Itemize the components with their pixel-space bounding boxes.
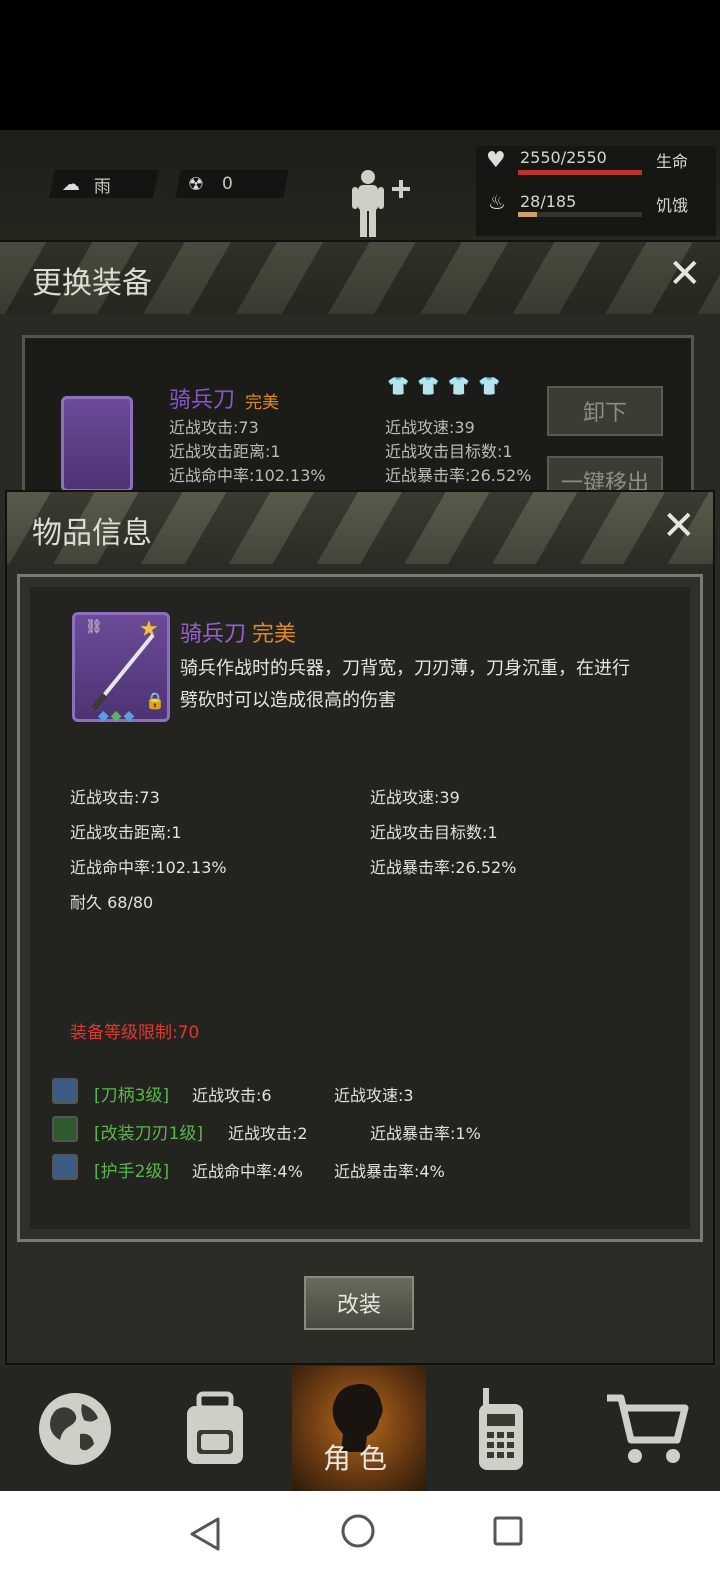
mod-stat: 近战攻击:2	[228, 1124, 308, 1143]
weather-indicator: ☁ 雨	[49, 170, 159, 198]
item-info-close-icon[interactable]: ✕	[662, 506, 696, 546]
mod-name: [改装刀刃1级]	[94, 1124, 204, 1144]
nav-world-map[interactable]	[20, 1366, 130, 1491]
equipped-stat: 近战攻击距离:1	[169, 442, 281, 461]
hunger-value: 28/185	[520, 192, 577, 211]
socket-gems-icon: ◆◆◆	[98, 708, 137, 724]
health-value: 2550/2550	[520, 148, 607, 167]
home-icon[interactable]	[340, 1513, 376, 1549]
guard-mod-icon	[52, 1154, 78, 1180]
lock-icon: 🔒	[145, 691, 165, 710]
nav-backpack[interactable]	[160, 1366, 270, 1491]
equipped-item-quality: 完美	[245, 393, 279, 413]
radiation-icon: ☢	[188, 173, 205, 195]
heart-icon: ♥	[486, 148, 506, 173]
weather-text: 雨	[94, 176, 111, 197]
handle-mod-icon	[52, 1078, 78, 1104]
equip-close-icon[interactable]: ✕	[668, 254, 702, 294]
recents-icon[interactable]	[492, 1515, 524, 1547]
unequip-button[interactable]: 卸下	[547, 386, 663, 436]
rain-cloud-icon: ☁	[62, 173, 80, 195]
blade-mod-icon	[52, 1116, 78, 1142]
item-name: 骑兵刀	[180, 622, 247, 647]
shirt-slot-icons: 👕👕👕👕	[387, 376, 509, 397]
mod-name: [刀柄3级]	[94, 1086, 170, 1106]
equipped-stat: 近战攻击目标数:1	[385, 442, 513, 461]
level-requirement: 装备等级限制:70	[70, 1023, 200, 1043]
health-label: 生命	[656, 152, 689, 171]
stat-melee-range: 近战攻击距离:1	[70, 823, 182, 842]
stat-durability: 耐久 68/80	[70, 893, 154, 912]
back-icon[interactable]	[188, 1515, 222, 1553]
mod-stat: 近战攻速:3	[334, 1086, 414, 1105]
globe-icon	[39, 1392, 111, 1465]
mod-name: [护手2级]	[94, 1162, 170, 1182]
equipped-stat: 近战攻速:39	[385, 418, 475, 437]
radiation-indicator: ☢ 0	[175, 170, 289, 198]
stat-melee-speed: 近战攻速:39	[370, 788, 460, 807]
shopping-cart-icon	[607, 1394, 689, 1463]
hunger-bar	[518, 212, 642, 217]
radiation-value: 0	[222, 174, 233, 194]
equipped-stat: 近战命中率:102.13%	[169, 466, 326, 485]
nav-character-label: 角色	[322, 1442, 395, 1475]
equipped-stat: 近战攻击:73	[169, 418, 259, 437]
stat-melee-accuracy: 近战命中率:102.13%	[70, 858, 227, 877]
item-description: 骑兵作战时的兵器，刀背宽，刀刃薄，刀身沉重，在进行	[180, 658, 630, 679]
character-heal-icon[interactable]	[346, 165, 416, 237]
modify-button[interactable]: 改装	[304, 1276, 414, 1330]
mod-stat: 近战暴击率:1%	[370, 1124, 481, 1143]
stat-melee-crit: 近战暴击率:26.52%	[370, 858, 517, 877]
vital-stats: ♥ 2550/2550 生命 ♨ 28/185 饥饿	[476, 146, 716, 236]
equip-panel-title: 更换装备	[32, 266, 152, 301]
stomach-icon: ♨	[488, 190, 506, 214]
nav-character[interactable]: 角色	[292, 1366, 426, 1491]
nav-radio[interactable]	[446, 1366, 556, 1491]
mod-stat: 近战攻击:6	[192, 1086, 272, 1105]
stat-melee-attack: 近战攻击:73	[70, 788, 160, 807]
equipped-item-card[interactable]: 骑兵刀 完美 近战攻击:73 近战攻速:39 近战攻击距离:1 近战攻击目标数:…	[22, 335, 694, 506]
equipped-stat: 近战暴击率:26.52%	[385, 466, 532, 485]
item-quality: 完美	[252, 622, 297, 647]
item-description: 劈砍时可以造成很高的伤害	[180, 690, 396, 711]
stat-melee-targets: 近战攻击目标数:1	[370, 823, 498, 842]
mod-stat: 近战命中率:4%	[192, 1162, 303, 1181]
hunger-label: 饥饿	[656, 196, 689, 215]
health-bar	[518, 170, 642, 175]
nav-shop[interactable]	[592, 1366, 702, 1491]
equipped-item-name: 骑兵刀	[169, 388, 236, 413]
mod-stat: 近战暴击率:4%	[334, 1162, 445, 1181]
bottom-nav: 角色	[0, 1366, 720, 1491]
item-info-title: 物品信息	[32, 516, 152, 551]
backpack-icon	[187, 1391, 243, 1464]
sabre-item-icon: ⛓ ★ 🔒	[72, 612, 170, 722]
walkie-talkie-icon	[479, 1387, 523, 1470]
system-nav-bar	[0, 1491, 720, 1581]
equipped-item-icon	[61, 396, 133, 492]
